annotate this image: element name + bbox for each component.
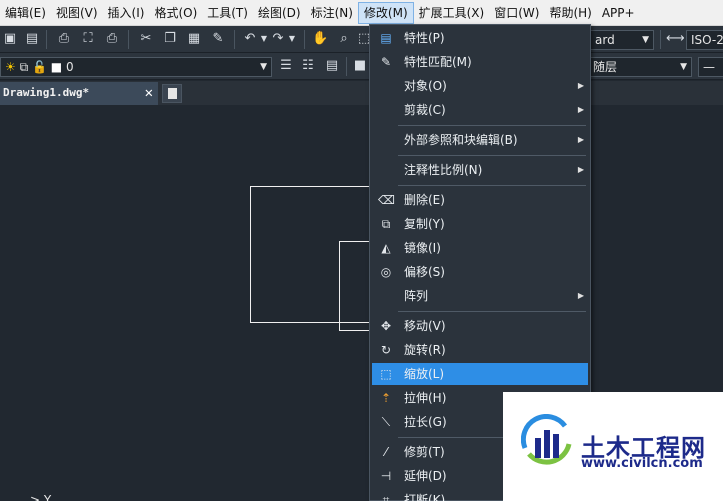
properties-icon: ▤: [380, 31, 392, 45]
menu-item-properties[interactable]: ▤ 特性(P): [372, 27, 588, 49]
copy-icon: ⧉: [381, 217, 391, 231]
document-tab-strip: Drawing1.dwg* ✕: [0, 81, 723, 105]
extend-icon: ⊣: [380, 469, 392, 483]
mirror-icon: ◭: [381, 241, 391, 255]
match-properties-icon: ✎: [380, 55, 392, 69]
menu-item-offset[interactable]: ◎ 偏移(S): [372, 261, 588, 283]
close-icon[interactable]: ✕: [145, 82, 153, 104]
menu-item-move[interactable]: ✥ 移动(V): [372, 315, 588, 337]
menu-draw[interactable]: 绘图(D): [253, 2, 306, 24]
text-style-select[interactable]: ard ▼: [590, 30, 654, 50]
menu-extension-tools[interactable]: 扩展工具(X): [414, 2, 490, 24]
trim-icon: ⁄: [384, 445, 387, 459]
layer-manager-icon[interactable]: ☰: [278, 58, 294, 74]
menu-item-array[interactable]: 阵列 ▶: [372, 285, 588, 307]
cut-icon[interactable]: ✂: [138, 31, 154, 47]
menu-item-clip[interactable]: 剪裁(C) ▶: [372, 99, 588, 121]
menu-tools[interactable]: 工具(T): [202, 2, 253, 24]
move-icon: ✥: [380, 319, 392, 333]
paste-icon[interactable]: ▦: [186, 31, 202, 47]
color-control-icon[interactable]: ■: [352, 58, 368, 74]
print-preview-icon[interactable]: ⛶: [80, 31, 96, 47]
menu-item-object[interactable]: 对象(O) ▶: [372, 75, 588, 97]
menu-view[interactable]: 视图(V): [51, 2, 103, 24]
layer-freeze-icon: ⧉: [19, 60, 29, 74]
menu-help[interactable]: 帮助(H): [544, 2, 596, 24]
print-icon[interactable]: ⎙: [56, 31, 72, 47]
layer-previous-icon[interactable]: ☷: [300, 58, 316, 74]
standard-toolbar: ▣ ▤ ⎙ ⛶ ⎙ ✂ ❐ ▦ ✎ ↶ ▼ ↷ ▼ ✋ ⌕ ⬚ ard ▼ ⟷ …: [0, 26, 723, 53]
dim-style-icon: ⟷: [666, 31, 685, 46]
menu-insert[interactable]: 插入(I): [103, 2, 150, 24]
pan-hand-icon[interactable]: ✋: [312, 31, 328, 47]
layers-toolbar: ☀ ⧉ 🔓 ■ 0 ▼ ☰ ☷ ▤ ■ 随层 ▼ —: [0, 53, 723, 80]
save-as-icon[interactable]: ▤: [24, 31, 40, 47]
menu-item-mirror[interactable]: ◭ 镜像(I): [372, 237, 588, 259]
tab-drawing1[interactable]: Drawing1.dwg* ✕: [0, 82, 158, 105]
menu-item-scale[interactable]: ⬚ 缩放(L): [372, 363, 588, 385]
menu-separator: [398, 311, 586, 312]
menu-item-xref-block-edit[interactable]: 外部参照和块编辑(B) ▶: [372, 129, 588, 151]
new-tab-button[interactable]: [162, 84, 182, 103]
linetype-select[interactable]: 随层 ▼: [588, 57, 692, 77]
layer-on-icon: ☀: [5, 60, 16, 74]
menu-modify[interactable]: 修改(M): [357, 1, 414, 24]
save-icon[interactable]: ▣: [2, 31, 18, 47]
menu-item-copy[interactable]: ⧉ 复制(Y): [372, 213, 588, 235]
match-brush-icon[interactable]: ✎: [210, 31, 226, 47]
menu-item-annotative-scale[interactable]: 注释性比例(N) ▶: [372, 159, 588, 181]
menu-dimension[interactable]: 标注(N): [306, 2, 358, 24]
civilcn-logo-icon: [521, 414, 572, 465]
menu-separator: [398, 185, 586, 186]
layer-lock-icon: 🔓: [32, 60, 47, 74]
menu-item-erase[interactable]: ⌫ 删除(E): [372, 189, 588, 211]
chevron-down-icon: ▼: [260, 62, 267, 72]
zoom-realtime-icon[interactable]: ⌕: [336, 31, 352, 47]
menu-separator: [398, 125, 586, 126]
scale-icon: ⬚: [380, 367, 392, 381]
menu-item-rotate[interactable]: ↻ 旋转(R): [372, 339, 588, 361]
plot-icon[interactable]: ⎙: [104, 31, 120, 47]
layer-state-icon[interactable]: ▤: [324, 58, 340, 74]
copy-clip-icon[interactable]: ❐: [162, 31, 178, 47]
submenu-arrow-icon: ▶: [577, 135, 584, 144]
menu-edit[interactable]: 编辑(E): [0, 2, 51, 24]
offset-icon: ◎: [380, 265, 392, 279]
redo-dropdown-icon[interactable]: ▼: [284, 31, 300, 47]
submenu-arrow-icon: ▶: [577, 81, 584, 90]
chevron-down-icon: ▼: [642, 35, 649, 45]
ucs-icon: > Y: [30, 493, 52, 501]
menu-separator: [398, 155, 586, 156]
eraser-icon: ⌫: [378, 193, 395, 207]
dim-style-select[interactable]: ISO-25: [686, 30, 723, 50]
chevron-down-icon: ▼: [680, 62, 687, 72]
break-icon: ⌗: [382, 493, 390, 501]
rotate-icon: ↻: [380, 343, 392, 357]
lengthen-icon: ⟍: [381, 415, 391, 429]
stretch-icon: ⇡: [380, 391, 392, 405]
submenu-arrow-icon: ▶: [577, 165, 584, 174]
new-document-icon: [168, 88, 177, 99]
menu-bar: 编辑(E) 视图(V) 插入(I) 格式(O) 工具(T) 绘图(D) 标注(N…: [0, 0, 723, 26]
submenu-arrow-icon: ▶: [577, 105, 584, 114]
layer-color-swatch: ■: [50, 60, 63, 74]
watermark-url: www.civilcn.com: [581, 456, 703, 471]
watermark-overlay: 土木工程网 www.civilcn.com: [503, 392, 723, 501]
menu-item-match-properties[interactable]: ✎ 特性匹配(M): [372, 51, 588, 73]
lineweight-select[interactable]: —: [698, 57, 723, 77]
submenu-arrow-icon: ▶: [577, 291, 584, 300]
layer-select[interactable]: ☀ ⧉ 🔓 ■ 0 ▼: [0, 57, 272, 77]
menu-format[interactable]: 格式(O): [149, 2, 202, 24]
menu-app-plus[interactable]: APP+: [597, 2, 640, 24]
menu-window[interactable]: 窗口(W): [489, 2, 544, 24]
